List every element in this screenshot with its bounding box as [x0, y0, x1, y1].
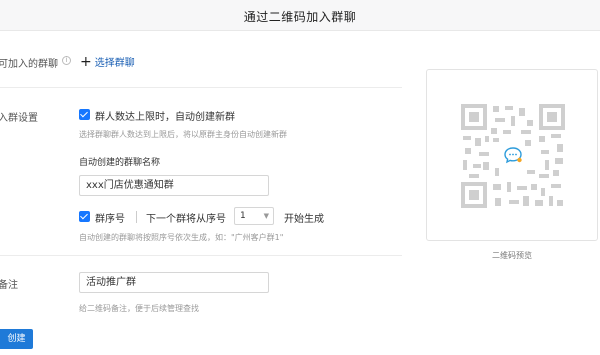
sequence-select[interactable]: 1 ▼ — [234, 207, 274, 225]
info-icon[interactable]: i — [62, 56, 71, 65]
next-sequence-label: 下一个群将从序号 — [146, 214, 226, 225]
sequence-value: 1 — [240, 211, 246, 221]
auto-create-hint: 选择群聊群人数达到上限后，将以原群主身份自动创建新群 — [79, 130, 287, 139]
remark-label: 备注 — [0, 280, 18, 291]
auto-create-checkbox[interactable] — [79, 109, 90, 120]
modal-header: 通过二维码加入群聊 — [0, 0, 600, 31]
chevron-down-icon: ▼ — [263, 212, 269, 220]
modal-title: 通过二维码加入群聊 — [243, 10, 357, 24]
auto-create-label: 群人数达上限时，自动创建新群 — [95, 112, 235, 123]
select-group-label: 选择群聊 — [94, 58, 135, 69]
group-settings-label: 入群设置 — [0, 113, 38, 124]
plus-icon: + — [80, 53, 92, 70]
create-button[interactable]: 创建 — [0, 329, 33, 349]
joinable-groups-label: 可加入的群聊 — [0, 59, 58, 70]
start-label: 开始生成 — [284, 214, 324, 225]
qr-preview-caption: 二维码预览 — [492, 251, 532, 260]
group-name-input[interactable]: xxx门店优惠通知群 — [79, 175, 269, 196]
sequence-hint: 自动创建的群聊将按照序号依次生成，如："广州客户群1" — [79, 233, 284, 242]
sequence-checkbox[interactable] — [79, 211, 90, 222]
group-name-label: 自动创建的群聊名称 — [79, 158, 161, 168]
qr-preview-card — [426, 69, 598, 241]
separator — [136, 211, 137, 223]
remark-hint: 给二维码备注，便于后续管理查找 — [79, 304, 199, 313]
sequence-label: 群序号 — [95, 214, 125, 225]
select-group-button[interactable]: + 选择群聊 — [80, 53, 135, 70]
divider — [0, 87, 402, 88]
remark-input[interactable]: 活动推广群 — [79, 272, 269, 293]
divider — [0, 255, 402, 256]
qr-code — [461, 104, 565, 208]
